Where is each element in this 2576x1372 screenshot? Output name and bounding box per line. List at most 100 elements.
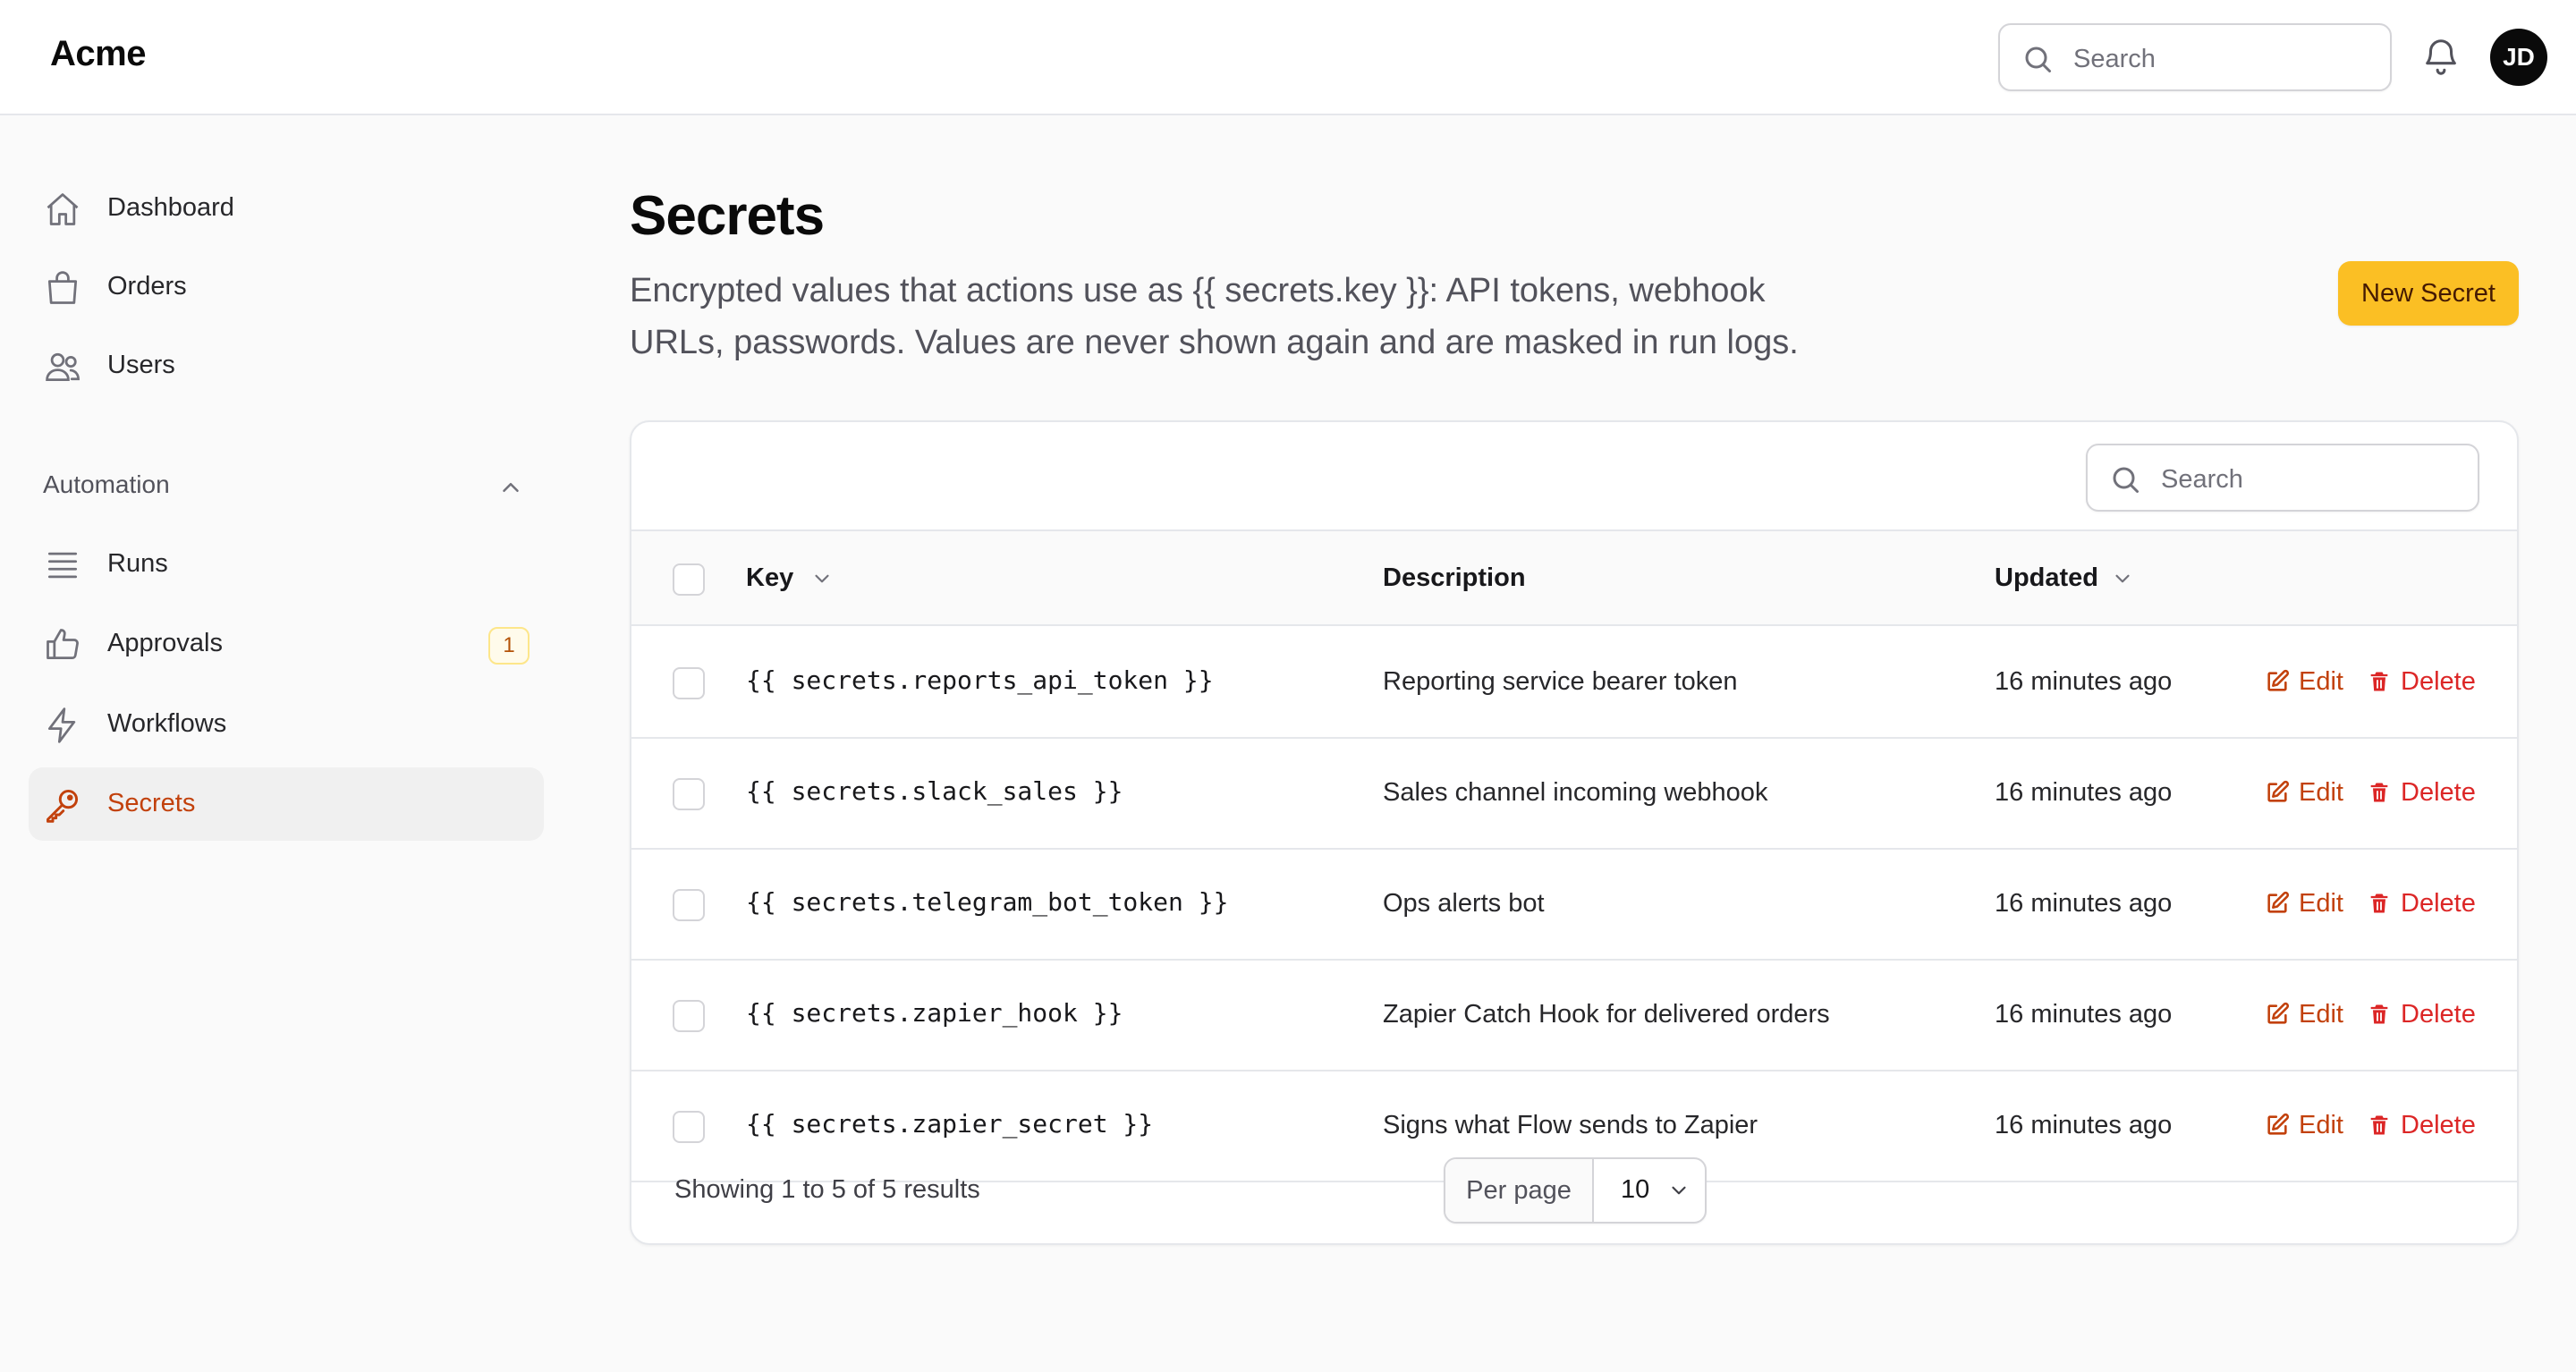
search-placeholder: Search bbox=[2161, 465, 2243, 494]
delete-label: Delete bbox=[2401, 1110, 2476, 1139]
secret-key-cell: {{ secrets.slack_sales }} bbox=[746, 776, 1123, 806]
page-description: Encrypted values that actions use as {{ … bbox=[630, 272, 1799, 361]
table-row: {{ secrets.telegram_bot_token }} Ops aler… bbox=[631, 850, 2517, 961]
secret-description-cell: Signs what Flow sends to Zapier bbox=[1383, 1111, 1758, 1139]
sidebar-group-label: Automation bbox=[43, 470, 170, 498]
per-page-value: 10 bbox=[1621, 1175, 1650, 1204]
edit-label: Edit bbox=[2299, 999, 2343, 1029]
row-checkbox[interactable] bbox=[673, 1111, 705, 1143]
delete-label: Delete bbox=[2401, 888, 2476, 918]
secret-description-cell: Sales channel incoming webhook bbox=[1383, 778, 1768, 807]
sidebar-item-label: Orders bbox=[107, 272, 187, 301]
top-bar: Acme Search JD bbox=[0, 0, 2576, 115]
updated-cell: 16 minutes ago bbox=[1995, 1000, 2173, 1029]
per-page-select[interactable]: Per page 10 bbox=[1444, 1157, 1707, 1224]
count-badge: 1 bbox=[488, 627, 530, 665]
edit-button[interactable]: Edit bbox=[2265, 1109, 2343, 1141]
secret-description-cell: Reporting service bearer token bbox=[1383, 667, 1738, 696]
column-header-key[interactable]: Key bbox=[746, 563, 793, 593]
delete-button[interactable]: Delete bbox=[2367, 887, 2476, 919]
updated-cell: 16 minutes ago bbox=[1995, 667, 2173, 696]
select-all-checkbox[interactable] bbox=[673, 563, 705, 596]
bell-icon[interactable] bbox=[2420, 36, 2462, 77]
sidebar-item-label: Workflows bbox=[107, 709, 227, 738]
delete-button[interactable]: Delete bbox=[2367, 665, 2476, 698]
key-icon bbox=[47, 789, 79, 823]
secret-key-cell: {{ secrets.telegram_bot_token }} bbox=[746, 887, 1229, 917]
edit-icon bbox=[2267, 669, 2290, 691]
table-header: Key Description Updated bbox=[631, 529, 2517, 626]
edit-button[interactable]: Edit bbox=[2265, 998, 2343, 1030]
thumbs-up-icon bbox=[47, 629, 79, 660]
sidebar-item-label: Users bbox=[107, 351, 175, 379]
sidebar: Dashboard Orders Users Automation Runs A… bbox=[0, 116, 572, 1372]
new-secret-button[interactable]: New Secret bbox=[2338, 261, 2519, 326]
edit-button[interactable]: Edit bbox=[2265, 776, 2343, 809]
secrets-table-card: Search Key Description Updated {{ secret… bbox=[630, 420, 2519, 1245]
updated-cell: 16 minutes ago bbox=[1995, 778, 2173, 807]
row-checkbox[interactable] bbox=[673, 889, 705, 921]
brand-logo[interactable]: Acme bbox=[50, 34, 146, 74]
trash-icon bbox=[2370, 893, 2388, 913]
row-checkbox[interactable] bbox=[673, 667, 705, 699]
secret-key-cell: {{ secrets.zapier_secret }} bbox=[746, 1109, 1154, 1139]
delete-button[interactable]: Delete bbox=[2367, 1109, 2476, 1141]
secret-description-cell: Ops alerts bot bbox=[1383, 889, 1545, 918]
row-checkbox[interactable] bbox=[673, 1000, 705, 1032]
edit-icon bbox=[2267, 1113, 2290, 1135]
delete-button[interactable]: Delete bbox=[2367, 776, 2476, 809]
pagination-summary: Showing 1 to 5 of 5 results bbox=[674, 1175, 980, 1204]
avatar[interactable]: JD bbox=[2490, 29, 2547, 86]
delete-label: Delete bbox=[2401, 666, 2476, 696]
table-row: {{ secrets.reports_api_token }} Reporting… bbox=[631, 628, 2517, 739]
delete-button[interactable]: Delete bbox=[2367, 998, 2476, 1030]
global-search-input[interactable]: Search bbox=[1998, 23, 2392, 91]
trash-icon bbox=[2370, 1004, 2388, 1024]
search-icon bbox=[2113, 467, 2139, 493]
sidebar-item-runs[interactable]: Runs bbox=[29, 528, 544, 601]
sidebar-item-users[interactable]: Users bbox=[29, 329, 544, 402]
edit-label: Edit bbox=[2299, 666, 2343, 696]
edit-icon bbox=[2267, 891, 2290, 913]
chevron-down-icon[interactable] bbox=[810, 567, 834, 590]
users-icon bbox=[46, 352, 80, 382]
updated-cell: 16 minutes ago bbox=[1995, 1111, 2173, 1139]
edit-button[interactable]: Edit bbox=[2265, 887, 2343, 919]
sidebar-item-label: Secrets bbox=[107, 789, 196, 817]
column-header-description: Description bbox=[1383, 563, 1526, 592]
search-icon bbox=[2025, 47, 2051, 72]
delete-label: Delete bbox=[2401, 777, 2476, 807]
chevron-down-icon[interactable] bbox=[2111, 567, 2134, 590]
edit-icon bbox=[2267, 1002, 2290, 1024]
sidebar-item-secrets[interactable]: Secrets bbox=[29, 767, 544, 841]
edit-button[interactable]: Edit bbox=[2265, 665, 2343, 698]
page-title: Secrets bbox=[630, 185, 825, 247]
sidebar-item-orders[interactable]: Orders bbox=[29, 250, 544, 324]
table-search-input[interactable]: Search bbox=[2086, 444, 2479, 512]
sidebar-item-workflows[interactable]: Workflows bbox=[29, 688, 544, 761]
secret-key-cell: {{ secrets.reports_api_token }} bbox=[746, 665, 1214, 695]
per-page-label: Per page bbox=[1445, 1159, 1594, 1222]
trash-icon bbox=[2370, 1115, 2388, 1135]
trash-icon bbox=[2370, 672, 2388, 691]
edit-label: Edit bbox=[2299, 777, 2343, 807]
sidebar-item-label: Approvals bbox=[107, 629, 223, 657]
list-icon bbox=[47, 552, 78, 579]
edit-label: Edit bbox=[2299, 1110, 2343, 1139]
search-placeholder: Search bbox=[2073, 45, 2156, 73]
column-header-updated[interactable]: Updated bbox=[1995, 563, 2098, 593]
edit-icon bbox=[2267, 780, 2290, 802]
sidebar-item-label: Dashboard bbox=[107, 193, 234, 222]
home-icon bbox=[47, 193, 79, 225]
table-row: {{ secrets.zapier_hook }} Zapier Catch Ho… bbox=[631, 961, 2517, 1071]
chevron-up-icon[interactable] bbox=[497, 474, 524, 501]
bolt-icon bbox=[47, 707, 76, 743]
chevron-down-icon bbox=[1672, 1186, 1686, 1195]
updated-cell: 16 minutes ago bbox=[1995, 889, 2173, 918]
delete-label: Delete bbox=[2401, 999, 2476, 1029]
row-checkbox[interactable] bbox=[673, 778, 705, 810]
secret-description-cell: Zapier Catch Hook for delivered orders bbox=[1383, 1000, 1830, 1029]
sidebar-item-dashboard[interactable]: Dashboard bbox=[29, 172, 544, 245]
shopping-bag-icon bbox=[47, 271, 78, 304]
sidebar-item-approvals[interactable]: Approvals 1 bbox=[29, 607, 544, 681]
